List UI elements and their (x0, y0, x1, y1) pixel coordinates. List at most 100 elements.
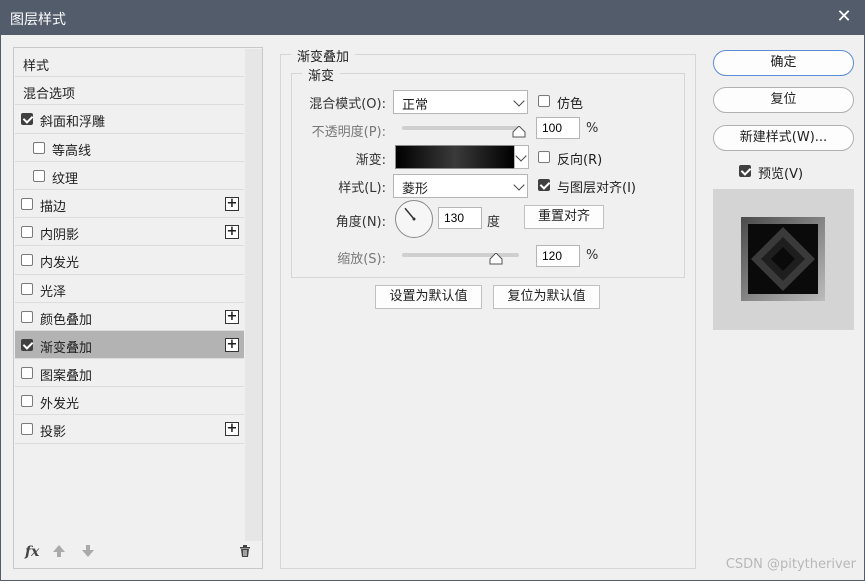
gradient-overlay-section: 渐变叠加 渐变 混合模式(O): 正常 仿色 不透明度(P): % 渐变: (280, 46, 696, 569)
style-item-checkbox[interactable] (21, 395, 33, 408)
style-list-item[interactable]: 描边 + (15, 190, 244, 219)
style-item-checkbox[interactable] (21, 282, 33, 295)
blend-mode-label: 混合模式(O): (309, 97, 386, 112)
scale-slider[interactable] (402, 253, 519, 265)
opacity-slider[interactable] (402, 126, 526, 138)
align-layer-label: 与图层对齐(I) (557, 181, 636, 196)
style-label: 样式(L): (338, 181, 386, 196)
reset-default-button[interactable]: 复位为默认值 (493, 285, 600, 309)
gradient-group: 渐变 混合模式(O): 正常 仿色 不透明度(P): % 渐变: (291, 65, 685, 278)
style-item-label: 斜面和浮雕 (40, 115, 106, 131)
style-list-item[interactable]: 样式 (15, 49, 244, 78)
style-item-label: 渐变叠加 (40, 340, 93, 356)
style-item-label: 投影 (40, 425, 67, 441)
style-item-label: 颜色叠加 (40, 312, 93, 328)
style-item-checkbox[interactable] (21, 423, 33, 436)
arrow-up-icon[interactable] (52, 544, 66, 562)
style-item-checkbox[interactable] (21, 338, 33, 351)
close-icon[interactable]: ✕ (833, 6, 855, 28)
angle-input[interactable] (438, 207, 482, 229)
style-item-checkbox[interactable] (21, 197, 33, 210)
reset-align-button[interactable]: 重置对齐 (524, 205, 604, 229)
style-item-label: 图案叠加 (40, 369, 93, 385)
style-list-item[interactable]: 投影 + (15, 415, 244, 444)
add-icon[interactable]: + (225, 225, 239, 240)
style-item-label: 纹理 (52, 171, 79, 187)
style-list-item[interactable]: 外发光 (15, 387, 244, 416)
style-item-checkbox[interactable] (21, 226, 33, 239)
style-list-item[interactable]: 图案叠加 (15, 359, 244, 388)
angle-label: 角度(N): (335, 215, 386, 230)
style-item-checkbox[interactable] (21, 367, 33, 380)
style-item-label: 样式 (23, 59, 50, 74)
add-icon[interactable]: + (225, 337, 239, 352)
style-list-item[interactable]: 纹理 (15, 162, 244, 190)
style-list-item[interactable]: 斜面和浮雕 (15, 105, 244, 134)
style-list-item[interactable]: 内发光 (15, 246, 244, 275)
style-select[interactable]: 菱形 (393, 174, 528, 198)
gradient-picker-dropdown[interactable] (514, 145, 529, 169)
dialog-title: 图层样式 (10, 12, 66, 28)
dialog-body: 样式混合选项斜面和浮雕等高线纹理描边 + 内阴影 + 内发光光泽颜色叠加 + 渐变叠加 + 图案… (0, 35, 865, 581)
fx-icon[interactable]: fx (25, 544, 39, 560)
style-item-label: 等高线 (52, 143, 92, 159)
align-layer-checkbox-box[interactable] (538, 179, 550, 191)
blend-mode-select[interactable]: 正常 (393, 90, 528, 114)
new-style-button[interactable]: 新建样式(W)... (713, 125, 854, 151)
style-list-item[interactable]: 光泽 (15, 275, 244, 303)
style-value: 菱形 (402, 182, 429, 197)
preview-label: 预览(V) (758, 167, 804, 182)
style-item-label: 描边 (40, 199, 67, 215)
style-list-item[interactable]: 内阴影 + (15, 218, 244, 247)
style-item-checkbox[interactable] (21, 310, 33, 323)
section-title: 渐变叠加 (291, 46, 356, 65)
style-item-checkbox[interactable] (33, 141, 45, 154)
angle-unit: 度 (487, 215, 501, 230)
add-icon[interactable]: + (225, 196, 239, 211)
preview-checkbox-box[interactable] (739, 165, 751, 177)
style-item-label: 内发光 (40, 256, 80, 272)
dither-label: 仿色 (557, 97, 584, 112)
gradient-swatch[interactable] (395, 145, 515, 169)
chevron-down-icon (513, 95, 525, 107)
gradient-label: 渐变: (355, 153, 386, 168)
style-item-checkbox[interactable] (33, 169, 45, 182)
trash-icon[interactable] (238, 544, 252, 562)
style-list-scrollbar[interactable] (245, 49, 262, 541)
scale-label: 缩放(S): (337, 252, 386, 267)
style-item-label: 光泽 (40, 284, 67, 300)
opacity-input[interactable] (536, 117, 580, 139)
reset-button[interactable]: 复位 (713, 87, 854, 113)
blend-mode-value: 正常 (402, 98, 429, 113)
style-list-item[interactable]: 等高线 (15, 134, 244, 162)
style-item-label: 外发光 (40, 397, 80, 413)
reverse-checkbox-box[interactable] (538, 151, 550, 163)
style-list-item[interactable]: 颜色叠加 + (15, 303, 244, 331)
style-preview (713, 189, 854, 330)
style-list-item[interactable]: 混合选项 (15, 77, 244, 106)
arrow-down-icon[interactable] (81, 544, 95, 562)
watermark: CSDN @pitytheriver (725, 557, 856, 572)
scale-input[interactable] (536, 245, 580, 267)
opacity-label: 不透明度(P): (311, 125, 386, 140)
reverse-label: 反向(R) (557, 153, 603, 168)
set-default-button[interactable]: 设置为默认值 (375, 285, 482, 309)
angle-dial[interactable] (395, 200, 433, 238)
ok-button[interactable]: 确定 (713, 50, 854, 76)
add-icon[interactable]: + (225, 309, 239, 324)
style-list-item[interactable]: 渐变叠加 + (15, 330, 244, 360)
style-list: 样式混合选项斜面和浮雕等高线纹理描边 + 内阴影 + 内发光光泽颜色叠加 + 渐变叠加 + 图案… (13, 47, 263, 569)
style-item-label: 混合选项 (23, 87, 76, 103)
style-item-label: 内阴影 (40, 228, 80, 244)
dither-checkbox-box[interactable] (538, 95, 550, 107)
add-icon[interactable]: + (225, 422, 239, 437)
opacity-unit: % (586, 121, 599, 136)
style-list-toolbar: fx (14, 538, 262, 568)
scale-unit: % (586, 248, 599, 263)
style-item-checkbox[interactable] (21, 113, 33, 126)
style-list-items: 样式混合选项斜面和浮雕等高线纹理描边 + 内阴影 + 内发光光泽颜色叠加 + 渐变叠加 + 图案… (15, 49, 244, 444)
chevron-down-icon (515, 150, 527, 162)
group-title: 渐变 (302, 65, 341, 84)
style-item-checkbox[interactable] (21, 254, 33, 267)
title-bar: 图层样式 ✕ (0, 0, 865, 35)
